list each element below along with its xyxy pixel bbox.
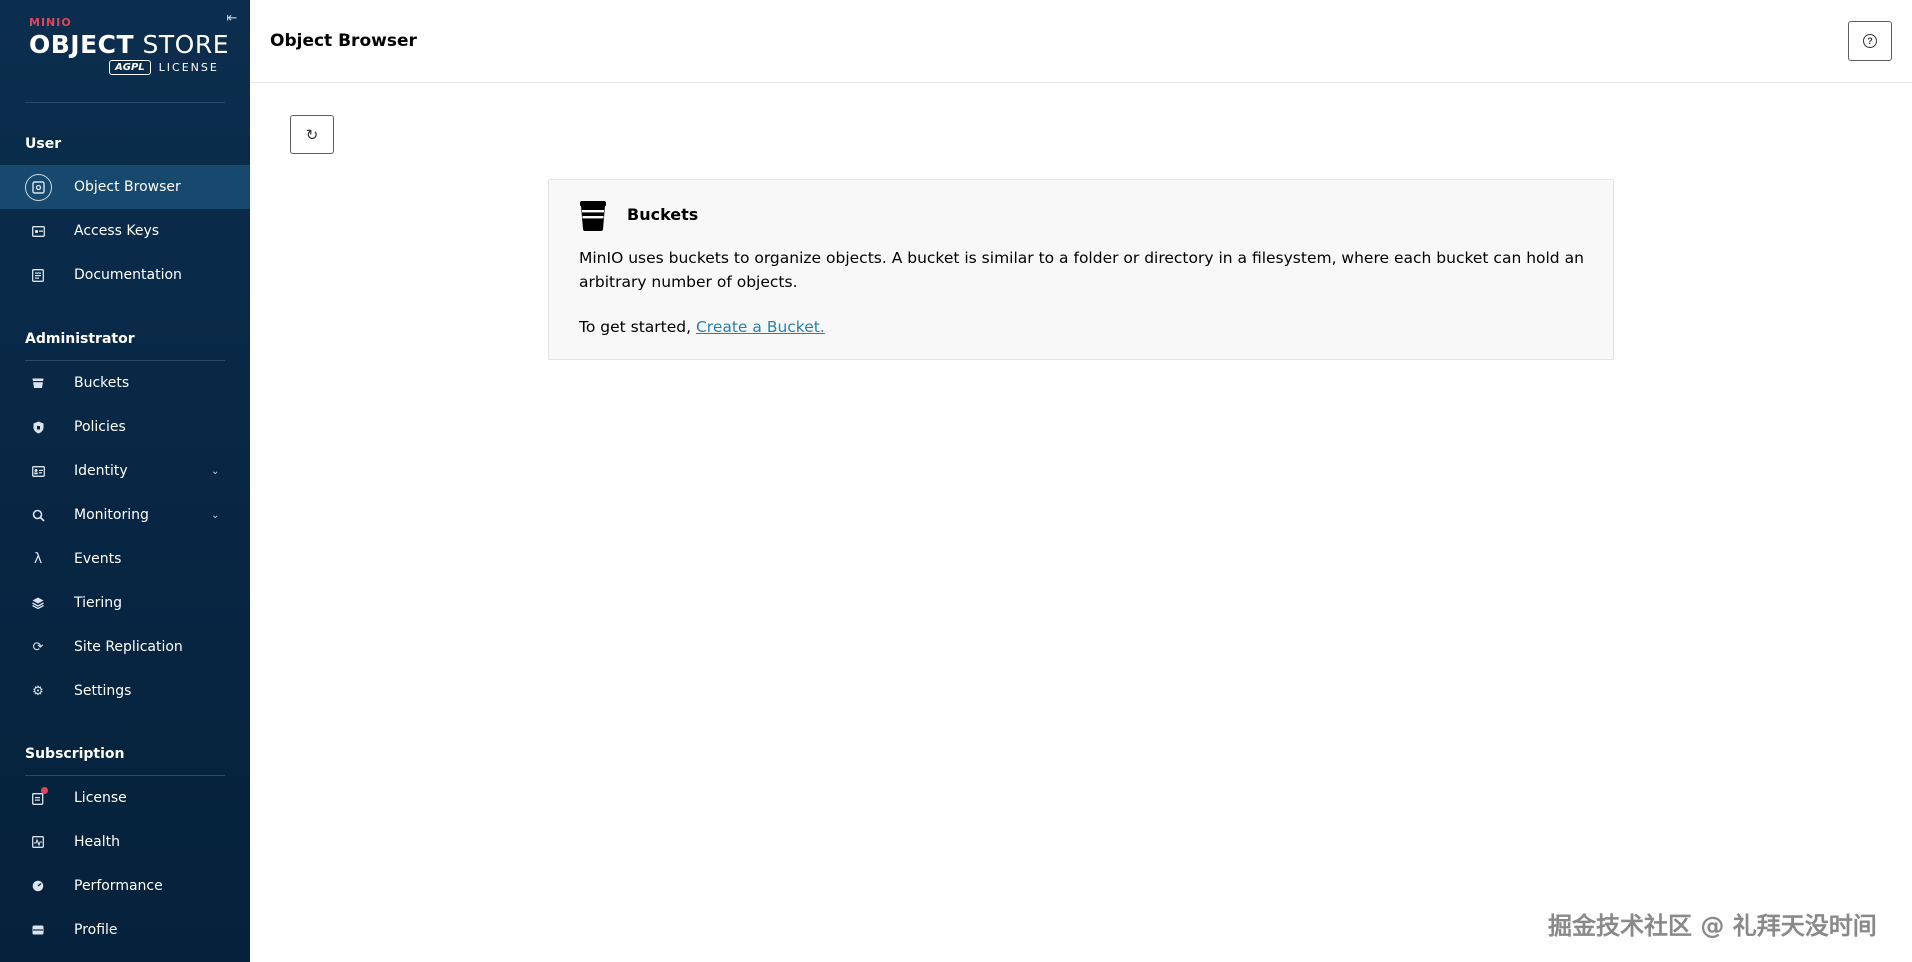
page-title: Object Browser (270, 31, 417, 51)
bucket-icon (29, 374, 47, 392)
sidebar-item-identity[interactable]: Identity ⌄ (0, 449, 250, 493)
sidebar-item-monitoring[interactable]: Monitoring ⌄ (0, 493, 250, 537)
create-bucket-link[interactable]: Create a Bucket. (696, 318, 825, 336)
profile-icon (29, 921, 47, 939)
sidebar-item-events[interactable]: λ Events (0, 537, 250, 581)
identity-icon (29, 462, 47, 480)
sidebar-item-label: Profile (74, 922, 118, 938)
help-button[interactable]: ? (1848, 21, 1892, 61)
license-icon (29, 787, 48, 807)
logo-brand: MINIO (29, 16, 72, 29)
sidebar-item-tiering[interactable]: Tiering (0, 581, 250, 625)
sidebar-item-site-replication[interactable]: ⟳ Site Replication (0, 625, 250, 669)
sidebar-item-label: Settings (74, 683, 132, 699)
section-title-subscription: Subscription (25, 746, 125, 762)
sidebar: MINIO OBJECT STORE AGPL LICENSE ⇤ User O… (0, 0, 250, 962)
sidebar-item-license[interactable]: License (0, 776, 250, 820)
sidebar-item-access-keys[interactable]: Access Keys (0, 209, 250, 253)
object-browser-icon (25, 173, 52, 201)
sidebar-item-settings[interactable]: ⚙ Settings (0, 669, 250, 713)
logo-product: OBJECT STORE (29, 30, 230, 59)
sidebar-item-label: Tiering (74, 595, 123, 611)
cta-prefix: To get started, (579, 318, 696, 336)
page-header: Object Browser ? (250, 0, 1912, 83)
logo-license-text: LICENSE (158, 61, 219, 74)
sidebar-item-label: Buckets (74, 375, 130, 391)
sidebar-item-profile[interactable]: Profile (0, 908, 250, 952)
notification-badge (41, 787, 48, 794)
bucket-icon (579, 201, 607, 231)
collapse-icon[interactable]: ⇤ (224, 11, 240, 27)
section-title-user: User (25, 136, 62, 152)
refresh-icon: ↻ (305, 126, 319, 144)
sidebar-item-label: Object Browser (74, 179, 181, 195)
chevron-down-icon[interactable]: ⌄ (211, 466, 219, 477)
gauge-icon (29, 877, 47, 895)
help-icon: ? (1863, 34, 1877, 48)
health-icon (29, 833, 47, 851)
sidebar-item-label: Site Replication (74, 639, 183, 655)
sidebar-item-label: Health (74, 834, 120, 850)
sidebar-item-label: Policies (74, 419, 126, 435)
logo-license-row: AGPL LICENSE (109, 60, 219, 75)
section-title-administrator: Administrator (25, 331, 135, 347)
search-icon (29, 506, 47, 524)
minio-logo[interactable]: MINIO OBJECT STORE AGPL LICENSE (29, 16, 229, 80)
chevron-down-icon[interactable]: ⌄ (211, 510, 219, 521)
sidebar-item-label: Identity (74, 463, 128, 479)
lambda-icon: λ (33, 551, 43, 567)
card-description: MinIO uses buckets to organize objects. … (579, 249, 1584, 291)
watermark: 掘金技术社区 @ 礼拜天没时间 (1548, 912, 1877, 940)
sidebar-item-label: Events (74, 551, 122, 567)
sidebar-divider (25, 102, 225, 103)
document-icon (29, 266, 47, 284)
sidebar-item-object-browser[interactable]: Object Browser (0, 165, 250, 209)
agpl-badge: AGPL (109, 60, 151, 75)
sidebar-item-documentation[interactable]: Documentation (0, 253, 250, 297)
refresh-button[interactable]: ↻ (290, 115, 334, 154)
card-cta: To get started, Create a Bucket. (579, 318, 825, 336)
sidebar-item-health[interactable]: Health (0, 820, 250, 864)
sidebar-item-buckets[interactable]: Buckets (0, 361, 250, 405)
gear-icon: ⚙ (32, 683, 44, 699)
card-title: Buckets (627, 205, 699, 224)
layers-icon (29, 594, 47, 612)
key-icon (29, 222, 47, 240)
buckets-info-card: Buckets MinIO uses buckets to organize o… (548, 179, 1614, 360)
sidebar-item-label: Performance (74, 878, 163, 894)
sidebar-item-performance[interactable]: Performance (0, 864, 250, 908)
shield-icon (29, 418, 47, 436)
sidebar-item-label: License (74, 790, 127, 806)
sidebar-item-label: Monitoring (74, 507, 149, 523)
sidebar-item-label: Access Keys (74, 223, 160, 239)
sidebar-item-label: Documentation (74, 267, 182, 283)
sidebar-item-policies[interactable]: Policies (0, 405, 250, 449)
sync-icon: ⟳ (32, 639, 44, 655)
